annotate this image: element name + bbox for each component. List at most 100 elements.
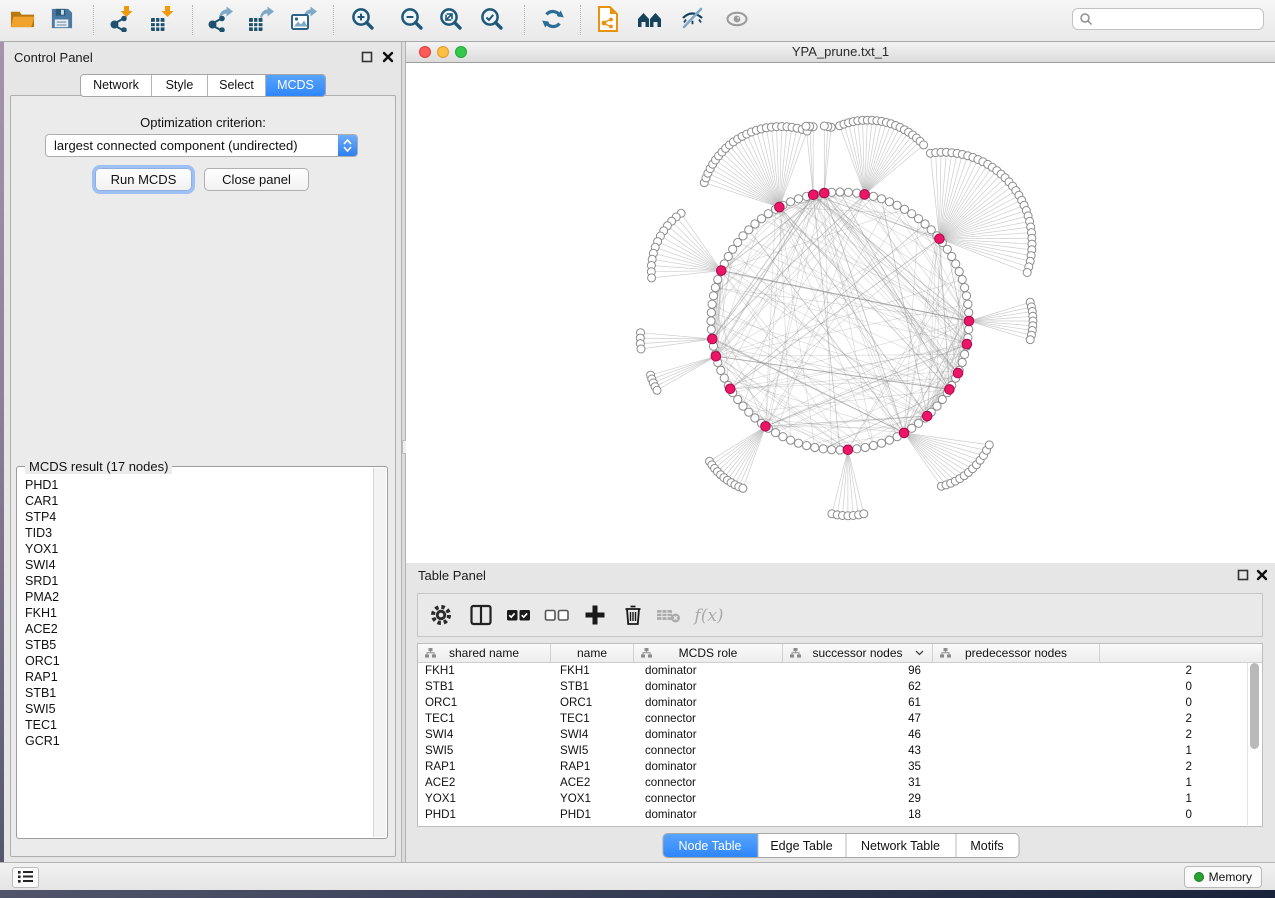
zoom-in-icon <box>350 6 376 32</box>
mcds-result-item[interactable]: STP4 <box>18 509 374 525</box>
first-neighbors-button[interactable] <box>634 4 666 36</box>
mcds-result-list[interactable]: PHD1CAR1STP4TID3YOX1SWI4SRD1PMA2FKH1ACE2… <box>18 477 374 837</box>
optimization-criterion-select[interactable]: largest connected component (undirected) <box>45 134 358 157</box>
close-icon <box>1256 569 1268 581</box>
hierarchy-icon <box>940 648 951 658</box>
network-list-button[interactable] <box>12 867 39 888</box>
column-header-successor-nodes[interactable]: successor nodes <box>783 644 933 662</box>
tab-mcds[interactable]: MCDS <box>266 75 325 96</box>
share-document-button[interactable] <box>592 4 624 36</box>
mcds-result-item[interactable]: PHD1 <box>18 477 374 493</box>
mcds-result-item[interactable]: ACE2 <box>18 621 374 637</box>
tab-motifs[interactable]: Motifs <box>956 834 1018 857</box>
network-region: YPA_prune.txt_1 Table Panel <box>406 42 1275 862</box>
tab-node-table[interactable]: Node Table <box>663 834 758 857</box>
table-row[interactable]: SWI4SWI4dominator462 <box>418 727 1262 743</box>
mcds-list-scrollbar[interactable] <box>373 468 386 837</box>
mcds-result-group: MCDS result (17 nodes) PHD1CAR1STP4TID3Y… <box>16 466 388 839</box>
table-row[interactable]: STB1STB1dominator620 <box>418 679 1262 695</box>
column-header-predecessor-nodes[interactable]: predecessor nodes <box>933 644 1100 662</box>
table-row[interactable]: TEC1TEC1connector472 <box>418 711 1262 727</box>
hide-selected-button[interactable] <box>677 4 709 36</box>
export-table-icon <box>248 6 274 32</box>
show-all-icon <box>725 6 751 32</box>
mcds-result-item[interactable]: FKH1 <box>18 605 374 621</box>
table-settings-button[interactable] <box>426 601 456 631</box>
mcds-result-item[interactable]: CAR1 <box>18 493 374 509</box>
network-canvas[interactable] <box>406 63 1275 563</box>
float-table-panel-button[interactable] <box>1236 569 1250 583</box>
zoom-in-button[interactable] <box>347 4 379 36</box>
mcds-result-item[interactable]: SWI4 <box>18 557 374 573</box>
tab-network[interactable]: Network <box>81 75 152 96</box>
run-mcds-button[interactable]: Run MCDS <box>95 168 192 191</box>
close-panel-button-2[interactable]: Close panel <box>204 168 309 191</box>
fx-icon: f(x) <box>694 606 723 626</box>
table-row[interactable]: ACE2ACE2connector311 <box>418 775 1262 791</box>
show-columns-button[interactable] <box>466 601 496 631</box>
table-row[interactable]: FKH1FKH1dominator962 <box>418 663 1262 679</box>
export-network-button[interactable] <box>204 4 236 36</box>
optimization-criterion-label: Optimization criterion: <box>11 115 395 130</box>
mcds-result-item[interactable]: PMA2 <box>18 589 374 605</box>
open-session-button[interactable] <box>6 4 38 36</box>
table-toolbar: f(x) <box>417 593 1263 637</box>
mcds-result-item[interactable]: GCR1 <box>18 733 374 749</box>
mcds-result-item[interactable]: ORC1 <box>18 653 374 669</box>
table-row[interactable]: RAP1RAP1dominator352 <box>418 759 1262 775</box>
zoom-fit-button[interactable] <box>435 4 467 36</box>
table-row[interactable]: YOX1YOX1connector291 <box>418 791 1262 807</box>
table-row[interactable]: PHD1PHD1dominator180 <box>418 807 1262 823</box>
float-panel-button[interactable] <box>360 51 374 65</box>
zoom-out-button[interactable] <box>396 4 428 36</box>
export-image-icon <box>291 6 317 32</box>
mcds-result-item[interactable]: STB5 <box>18 637 374 653</box>
mcds-result-item[interactable]: SRD1 <box>18 573 374 589</box>
zoom-selected-button[interactable] <box>476 4 508 36</box>
mcds-result-item[interactable]: TID3 <box>18 525 374 541</box>
column-header-shared-name[interactable]: shared name <box>418 644 551 662</box>
select-all-button[interactable] <box>504 601 534 631</box>
refresh-button[interactable] <box>537 4 569 36</box>
node-table[interactable]: shared namenameMCDS rolesuccessor nodesp… <box>417 643 1263 827</box>
mcds-result-item[interactable]: TEC1 <box>18 717 374 733</box>
mcds-result-item[interactable]: STB1 <box>18 685 374 701</box>
export-image-button[interactable] <box>288 4 320 36</box>
delete-table-button[interactable] <box>654 601 684 631</box>
tab-select[interactable]: Select <box>208 75 266 96</box>
table-row[interactable]: SWI5SWI5connector431 <box>418 743 1262 759</box>
close-table-panel-button[interactable] <box>1255 569 1269 583</box>
show-all-button[interactable] <box>722 4 754 36</box>
delete-column-button[interactable] <box>618 601 648 631</box>
import-table-button[interactable] <box>147 4 179 36</box>
column-header-MCDS-role[interactable]: MCDS role <box>634 644 783 662</box>
table-scrollbar-thumb[interactable] <box>1250 663 1259 749</box>
select-stepper-icon <box>338 135 357 156</box>
close-panel-button[interactable] <box>381 51 395 65</box>
memory-button[interactable]: Memory <box>1184 866 1262 888</box>
search-field[interactable] <box>1072 8 1264 30</box>
tab-network-table[interactable]: Network Table <box>846 834 956 857</box>
import-network-button[interactable] <box>106 4 138 36</box>
save-session-button[interactable] <box>45 4 77 36</box>
export-table-button[interactable] <box>245 4 277 36</box>
tab-style[interactable]: Style <box>152 75 208 96</box>
network-window-titlebar[interactable]: YPA_prune.txt_1 <box>406 42 1275 63</box>
float-icon <box>361 51 373 63</box>
tab-edge-table[interactable]: Edge Table <box>758 834 846 857</box>
table-row[interactable]: ORC1ORC1dominator610 <box>418 695 1262 711</box>
mcds-result-item[interactable]: YOX1 <box>18 541 374 557</box>
apply-function-button[interactable]: f(x) <box>690 601 728 631</box>
column-header-name[interactable]: name <box>551 644 634 662</box>
mcds-result-item[interactable]: RAP1 <box>18 669 374 685</box>
search-input[interactable] <box>1093 11 1263 27</box>
add-column-button[interactable] <box>580 601 610 631</box>
delete-icon <box>621 603 645 627</box>
table-scrollbar[interactable] <box>1247 663 1261 825</box>
optimization-criterion-value: largest connected component (undirected) <box>54 138 298 153</box>
status-bar: Memory <box>0 862 1275 890</box>
mcds-result-title: MCDS result (17 nodes) <box>25 459 172 474</box>
deselect-all-button[interactable] <box>542 601 572 631</box>
mcds-result-item[interactable]: SWI5 <box>18 701 374 717</box>
memory-label: Memory <box>1209 870 1252 884</box>
